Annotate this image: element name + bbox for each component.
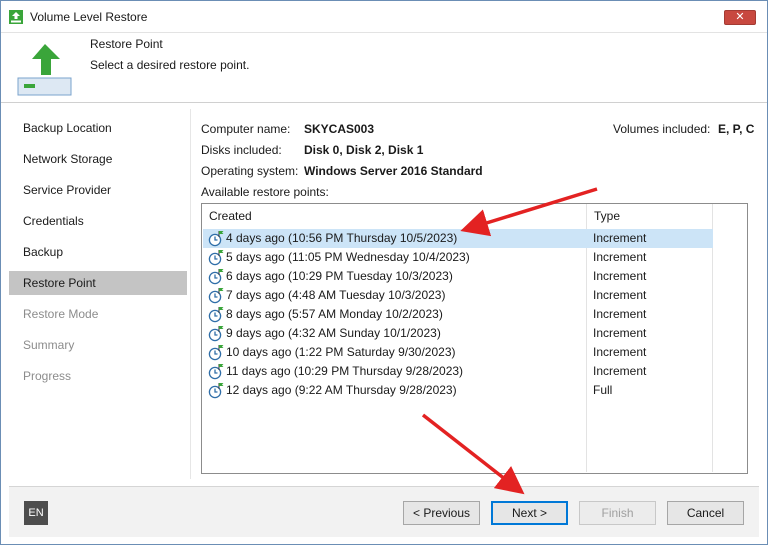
- sidebar-item-service-provider[interactable]: Service Provider: [9, 178, 187, 202]
- clock-flag-icon: [208, 325, 224, 342]
- restore-point-created: 8 days ago (5:57 AM Monday 10/2/2023): [226, 307, 443, 321]
- sidebar-item-backup[interactable]: Backup: [9, 240, 187, 264]
- clock-flag-icon: [208, 249, 224, 266]
- next-button[interactable]: Next >: [491, 501, 568, 525]
- restore-point-type: Increment: [593, 307, 647, 321]
- sidebar-item-restore-mode: Restore Mode: [23, 307, 99, 321]
- sidebar-item-network-storage[interactable]: Network Storage: [9, 147, 187, 171]
- table-row[interactable]: 4 days ago (10:56 PM Thursday 10/5/2023)…: [203, 229, 713, 248]
- previous-button[interactable]: < Previous: [403, 501, 480, 525]
- restore-point-type: Full: [593, 383, 613, 397]
- wizard-footer: EN < Previous Next > Finish Cancel: [9, 487, 759, 537]
- table-row[interactable]: 12 days ago (9:22 AM Thursday 9/28/2023)…: [203, 381, 713, 400]
- restore-point-type: Increment: [593, 231, 647, 245]
- divider: [190, 109, 191, 479]
- sidebar-item-summary: Summary: [23, 338, 75, 352]
- restore-point-type: Increment: [593, 345, 647, 359]
- restore-point-created: 9 days ago (4:32 AM Sunday 10/1/2023): [226, 326, 441, 340]
- computer-name-value: SKYCAS003: [304, 122, 375, 136]
- column-header-type[interactable]: Type: [587, 204, 713, 228]
- page-subtitle: Select a desired restore point.: [90, 58, 250, 72]
- column-header-created[interactable]: Created: [202, 204, 586, 228]
- cancel-button[interactable]: Cancel: [667, 501, 744, 525]
- window-title: Volume Level Restore: [30, 10, 148, 24]
- clock-flag-icon: [208, 382, 224, 399]
- restore-point-type: Increment: [593, 364, 647, 378]
- sidebar-item-progress: Progress: [23, 369, 72, 383]
- sidebar-item-restore-point[interactable]: Restore Point: [9, 271, 187, 295]
- restore-point-type: Increment: [593, 288, 647, 302]
- restore-app-icon: [9, 10, 23, 24]
- volumes-value: E, P, C: [718, 122, 755, 136]
- available-restore-points-label: Available restore points:: [201, 185, 329, 199]
- computer-name-label: Computer name:: [201, 122, 291, 136]
- table-row[interactable]: 6 days ago (10:29 PM Tuesday 10/3/2023) I…: [203, 267, 713, 286]
- volumes-label: Volumes included:: [613, 122, 711, 136]
- disks-value: Disk 0, Disk 2, Disk 1: [304, 143, 424, 157]
- table-row[interactable]: 10 days ago (1:22 PM Saturday 9/30/2023)…: [203, 343, 713, 362]
- restore-point-type: Increment: [593, 269, 647, 283]
- clock-flag-icon: [208, 306, 224, 323]
- disks-label: Disks included:: [201, 143, 282, 157]
- wizard-steps: Backup Location Network Storage Service Pr…: [9, 113, 187, 393]
- table-row[interactable]: 8 days ago (5:57 AM Monday 10/2/2023) Inc…: [203, 305, 713, 324]
- sidebar-item-backup-location[interactable]: Backup Location: [9, 116, 187, 140]
- restore-point-created: 7 days ago (4:48 AM Tuesday 10/3/2023): [226, 288, 446, 302]
- clock-flag-icon: [208, 344, 224, 361]
- clock-flag-icon: [208, 287, 224, 304]
- restore-point-created: 5 days ago (11:05 PM Wednesday 10/4/2023…: [226, 250, 470, 264]
- table-row[interactable]: 5 days ago (11:05 PM Wednesday 10/4/2023…: [203, 248, 713, 267]
- page-title: Restore Point: [90, 37, 163, 51]
- table-row[interactable]: 11 days ago (10:29 PM Thursday 9/28/2023…: [203, 362, 713, 381]
- restore-point-created: 6 days ago (10:29 PM Tuesday 10/3/2023): [226, 269, 453, 283]
- clock-flag-icon: [208, 230, 224, 247]
- upload-arrow-icon: [17, 41, 73, 97]
- volume-level-restore-window: Volume Level Restore ✕ Restore Point Sel…: [0, 0, 768, 545]
- restore-point-created: 4 days ago (10:56 PM Thursday 10/5/2023): [226, 231, 458, 245]
- clock-flag-icon: [208, 363, 224, 380]
- restore-point-created: 10 days ago (1:22 PM Saturday 9/30/2023): [226, 345, 456, 359]
- restore-point-type: Increment: [593, 326, 647, 340]
- restore-points-list[interactable]: Created Type 4 days ago (10:56 PM Thursd…: [201, 203, 748, 474]
- title-bar: Volume Level Restore ✕: [1, 1, 767, 33]
- finish-button[interactable]: Finish: [579, 501, 656, 525]
- table-row[interactable]: 9 days ago (4:32 AM Sunday 10/1/2023) Inc…: [203, 324, 713, 343]
- os-label: Operating system:: [201, 164, 299, 178]
- restore-point-created: 12 days ago (9:22 AM Thursday 9/28/2023): [226, 383, 457, 397]
- clock-flag-icon: [208, 268, 224, 285]
- table-row[interactable]: 7 days ago (4:48 AM Tuesday 10/3/2023) In…: [203, 286, 713, 305]
- restore-point-type: Increment: [593, 250, 647, 264]
- restore-point-created: 11 days ago (10:29 PM Thursday 9/28/2023…: [226, 364, 464, 378]
- os-value: Windows Server 2016 Standard: [304, 164, 483, 178]
- close-button[interactable]: ✕: [724, 10, 756, 25]
- language-badge[interactable]: EN: [24, 501, 48, 525]
- sidebar-item-credentials[interactable]: Credentials: [9, 209, 187, 233]
- wizard-header: Restore Point Select a desired restore p…: [1, 33, 767, 103]
